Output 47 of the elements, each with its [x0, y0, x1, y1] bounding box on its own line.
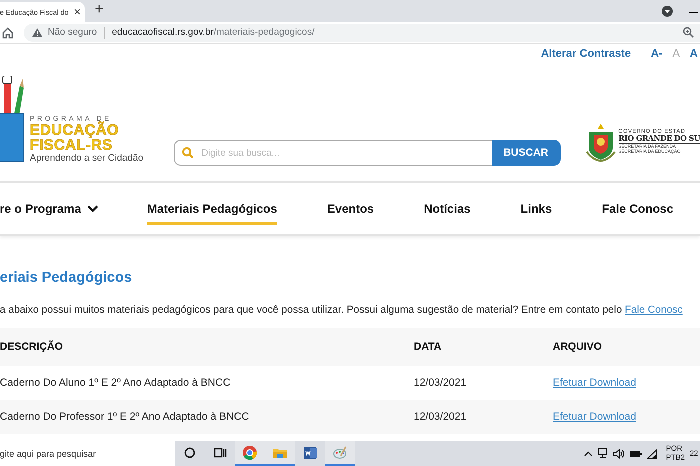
table-cell-text: Caderno Do Aluno 1º E 2º Ano Adaptado à BNCC [0, 377, 232, 389]
chevron-up-icon[interactable] [584, 450, 594, 456]
home-icon[interactable] [2, 26, 14, 38]
coat-of-arms-icon [584, 122, 617, 162]
search-button[interactable]: BUSCAR [492, 140, 561, 166]
table-cell-text: 12/03/2021 [414, 411, 468, 423]
nav-link[interactable]: Fale Conosc [602, 196, 674, 224]
minimize-button[interactable]: — [689, 7, 698, 17]
network-icon[interactable] [598, 448, 608, 459]
nav-link[interactable]: Materiais Pedagógicos [147, 196, 278, 224]
contact-link[interactable]: Fale Conosc [625, 305, 683, 316]
chrome-icon [242, 444, 258, 460]
url-text[interactable]: educacaofiscal.rs.gov.br/materiais-pedagogicos/ [112, 27, 315, 38]
column-header: DESCRIÇÃO [0, 341, 64, 353]
paint-palette-icon [332, 444, 348, 460]
battery-icon[interactable] [630, 450, 642, 458]
nav-link[interactable]: Eventos [327, 196, 374, 224]
logo-text: FISCAL-RS [30, 138, 113, 152]
contrast-link[interactable]: Alterar Contraste [541, 48, 632, 60]
close-tab-button[interactable]: × [70, 5, 85, 19]
font-size-button[interactable]: A [690, 48, 698, 60]
nav-link[interactable]: Notícias [424, 196, 471, 224]
page-title: eriais Pedagógicos [0, 270, 134, 286]
taskbar-search-field[interactable]: gite aqui para pesquisar [0, 441, 175, 466]
table-cell-text: Caderno Do Professor 1º E 2º Ano Adaptado à BNCC [0, 411, 250, 423]
column-header: DATA [414, 341, 443, 353]
speaker-icon[interactable] [613, 448, 626, 458]
search-field[interactable]: Digite sua busca... [174, 140, 492, 166]
download-link[interactable]: Efetuar Download [553, 411, 636, 423]
download-link[interactable]: Efetuar Download [553, 377, 636, 389]
paint-palette-taskbar-button[interactable] [325, 441, 355, 466]
column-header: ARQUIVO [553, 341, 604, 353]
wifi-icon[interactable] [647, 448, 658, 458]
folder-taskbar-button[interactable] [265, 441, 295, 466]
new-tab-button[interactable]: + [95, 0, 104, 20]
profile-icon[interactable] [662, 6, 673, 17]
warning-icon [32, 28, 43, 38]
nav-link[interactable]: re o Programa [0, 196, 100, 224]
security-label[interactable]: Não seguro [48, 27, 98, 38]
intro-text: a abaixo possui muitos materiais pedagógicos para que você possa utilizar. Possui alguma sugestão de material? Entre em contato pelo Fale Conosc [0, 305, 684, 316]
document-app-icon [302, 444, 318, 460]
logo-tagline: Aprendendo a ser Cidadão [30, 154, 144, 163]
logo-text: EDUCAÇÃO [30, 122, 120, 138]
nav-link[interactable]: Links [520, 196, 552, 224]
table-cell-text: 12/03/2021 [414, 377, 468, 389]
zoom-icon[interactable] [683, 27, 694, 38]
font-size-button[interactable]: A- [651, 48, 663, 60]
